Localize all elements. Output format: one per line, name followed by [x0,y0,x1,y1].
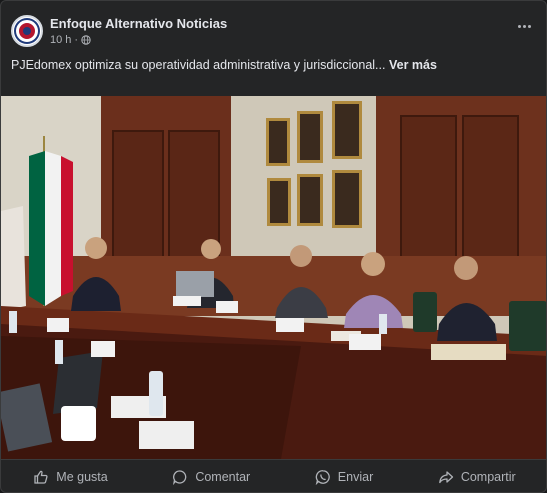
post-header: Enfoque Alternativo Noticias 10 h · [1,1,546,53]
send-label: Enviar [337,470,374,484]
see-more-link[interactable]: Ver más [389,58,437,72]
globe-icon [81,35,91,45]
comment-button[interactable]: Comentar [162,464,260,490]
meta-separator: · [74,34,79,46]
post-actions-bar: Me gusta Comentar Enviar Compartir [1,459,546,492]
avatar-logo [16,20,38,42]
share-button[interactable]: Compartir [428,464,526,490]
comment-label: Comentar [195,470,251,484]
share-label: Compartir [460,470,516,484]
post-photo[interactable] [1,96,546,459]
like-button[interactable]: Me gusta [23,464,117,490]
post-text: PJEdomex optimiza su operatividad admini… [11,57,531,73]
page-name-link[interactable]: Enfoque Alternativo Noticias [50,16,227,31]
share-arrow-icon [438,471,453,484]
more-dots-icon [517,24,521,28]
mexican-flag [29,136,73,306]
thumbs-up-icon [34,470,48,484]
page-avatar[interactable] [11,15,43,47]
whatsapp-icon [315,470,330,485]
send-button[interactable]: Enviar [305,464,383,490]
post-card: Enfoque Alternativo Noticias 10 h · PJEd… [0,0,547,493]
post-body: PJEdomex optimiza su operatividad admini… [11,58,386,72]
post-timestamp[interactable]: 10 h [50,34,71,46]
more-options-button[interactable] [514,19,534,33]
like-label: Me gusta [56,470,108,484]
meeting-room-image [1,96,546,459]
post-meta: 10 h · [50,34,91,46]
comment-bubble-icon [173,470,187,485]
